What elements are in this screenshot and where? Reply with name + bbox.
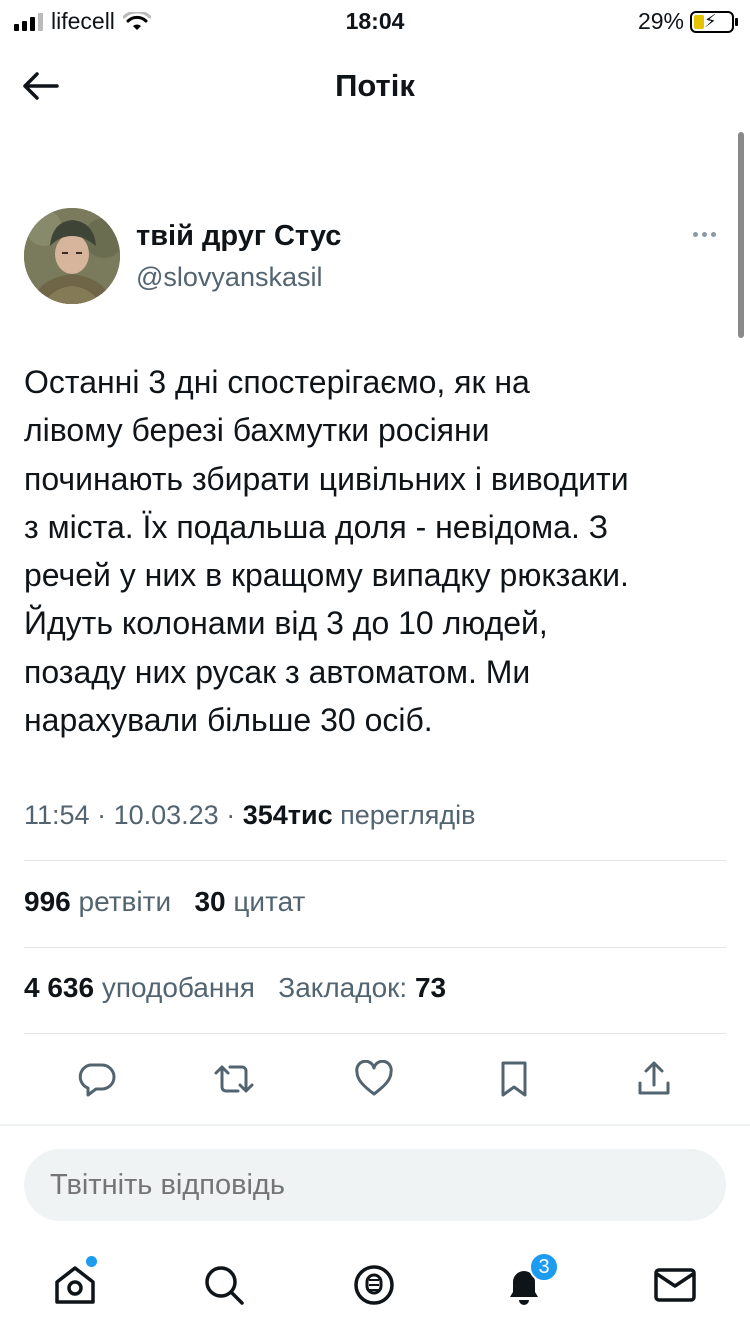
retweets-link[interactable]: 996 ретвіти bbox=[24, 886, 179, 917]
tab-home[interactable] bbox=[50, 1256, 100, 1310]
likes-count: 4 636 bbox=[24, 972, 95, 1003]
like-button[interactable] bbox=[352, 1055, 396, 1103]
battery-percent: 29% bbox=[637, 8, 684, 34]
quotes-label: цитат bbox=[233, 886, 306, 917]
views-count: 354тис bbox=[242, 800, 333, 830]
tab-spaces[interactable] bbox=[349, 1260, 399, 1310]
bookmarks-stat: Закладок: 73 bbox=[278, 972, 446, 1003]
home-unread-dot bbox=[86, 1256, 97, 1267]
comment-icon bbox=[78, 1063, 116, 1097]
tab-messages[interactable] bbox=[650, 1260, 700, 1310]
retweets-count: 996 bbox=[24, 886, 71, 917]
spaces-icon bbox=[354, 1265, 394, 1305]
divider bbox=[24, 947, 726, 948]
bookmark-icon bbox=[501, 1061, 527, 1097]
section-divider bbox=[0, 1124, 750, 1126]
quotes-count: 30 bbox=[194, 886, 226, 917]
messages-icon bbox=[654, 1268, 696, 1302]
status-bar: lifecell 18:04 29% ⚡ bbox=[0, 0, 750, 42]
tweet-actions bbox=[24, 1055, 726, 1107]
bottom-tab-bar: 3 bbox=[0, 1240, 750, 1334]
retweet-stats: 996 ретвіти 30 цитат bbox=[24, 886, 305, 918]
notifications-badge: 3 bbox=[529, 1252, 559, 1282]
reply-box[interactable] bbox=[24, 1149, 726, 1221]
divider bbox=[24, 860, 726, 861]
likes-link[interactable]: 4 636 уподобання bbox=[24, 972, 263, 1003]
tweet-text: Останні 3 дні спостерігаємо, як на лівом… bbox=[24, 364, 629, 739]
battery-info: 29% ⚡ bbox=[637, 8, 738, 35]
bookmarks-count: 73 bbox=[414, 972, 447, 1003]
page-title: Потік bbox=[335, 68, 415, 103]
tweet-time: 11:54 bbox=[24, 800, 90, 830]
bookmark-button[interactable] bbox=[492, 1055, 536, 1103]
retweet-icon bbox=[214, 1065, 254, 1093]
scrollbar[interactable] bbox=[738, 132, 744, 338]
reply-button[interactable] bbox=[74, 1055, 118, 1103]
views-label[interactable]: переглядів bbox=[340, 800, 475, 830]
tweet-date: 10.03.23 bbox=[113, 800, 219, 830]
heart-icon bbox=[355, 1060, 393, 1096]
home-icon bbox=[55, 1266, 95, 1304]
divider bbox=[24, 1033, 726, 1034]
top-nav-bar: Потік bbox=[0, 56, 750, 116]
more-options-button[interactable] bbox=[688, 224, 720, 244]
tab-search[interactable] bbox=[199, 1260, 249, 1310]
avatar[interactable] bbox=[24, 208, 120, 304]
like-stats: 4 636 уподобання Закладок: 73 bbox=[24, 972, 446, 1004]
bookmarks-label: Закладок: bbox=[278, 972, 408, 1003]
quotes-link[interactable]: 30 цитат bbox=[194, 886, 305, 917]
author-handle[interactable]: @slovyanskasil bbox=[136, 262, 322, 293]
reply-input[interactable] bbox=[50, 1169, 690, 1202]
search-icon bbox=[205, 1266, 244, 1305]
retweets-label: ретвіти bbox=[78, 886, 172, 917]
share-icon bbox=[638, 1061, 670, 1095]
battery-fill bbox=[694, 14, 705, 29]
share-button[interactable] bbox=[632, 1055, 676, 1103]
likes-label: уподобання bbox=[101, 972, 255, 1003]
author-name[interactable]: твій друг Стус bbox=[136, 220, 341, 253]
retweet-button[interactable] bbox=[212, 1055, 256, 1103]
tweet-author: твій друг Стус @slovyanskasil bbox=[24, 206, 724, 306]
battery-icon: ⚡ bbox=[690, 10, 738, 33]
tweet-meta: 11:54 · 10.03.23 · 354тис переглядів bbox=[24, 800, 476, 830]
tab-notifications[interactable]: 3 bbox=[499, 1252, 559, 1310]
